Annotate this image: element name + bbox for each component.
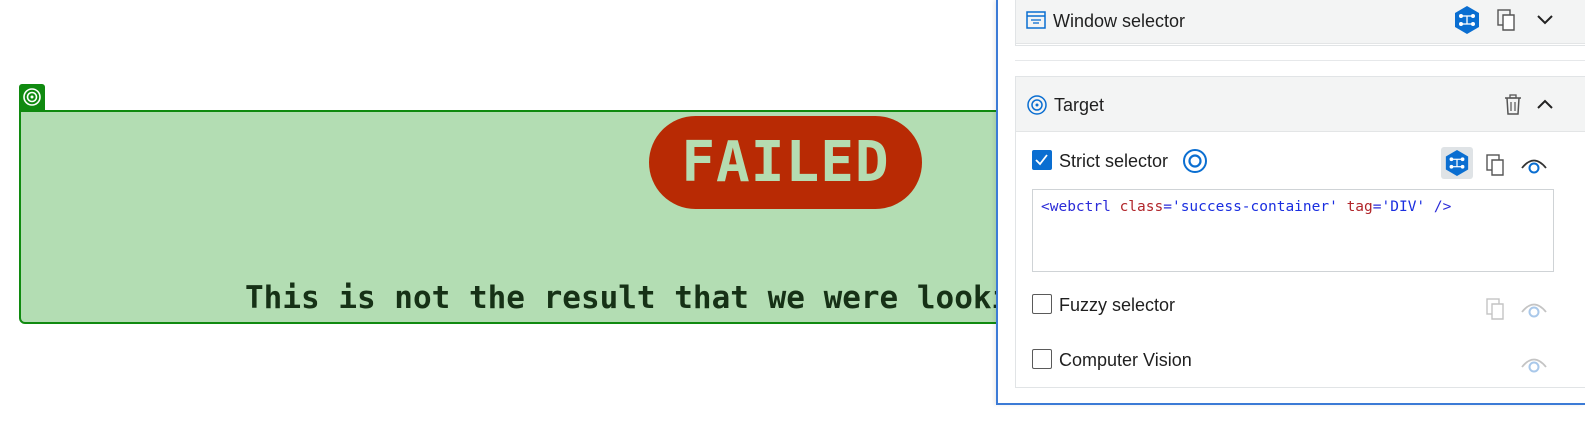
check-icon xyxy=(1035,154,1048,166)
code-open-bracket: < xyxy=(1041,199,1050,215)
window-selector-header[interactable]: Window selector xyxy=(1016,0,1585,44)
eye-icon[interactable] xyxy=(1520,153,1548,175)
selector-builder-button[interactable] xyxy=(1441,147,1473,179)
window-selector-icon xyxy=(1026,11,1046,29)
copy-icon[interactable] xyxy=(1485,153,1507,177)
window-selector-section: Window selector xyxy=(1015,0,1585,46)
selector-panel: Window selector Target Strict selector <… xyxy=(996,0,1585,405)
strict-selector-label: Strict selector xyxy=(1059,151,1169,171)
code-attr2-eq: = xyxy=(1372,199,1382,215)
code-attr1-value: 'success-container' xyxy=(1171,199,1338,215)
chevron-down-icon[interactable] xyxy=(1536,12,1554,26)
target-icon xyxy=(23,88,41,106)
code-attr1-eq: = xyxy=(1163,199,1172,215)
eye-icon xyxy=(1521,303,1547,318)
target-icon xyxy=(1027,95,1047,115)
computer-vision-checkbox[interactable] xyxy=(1032,349,1052,369)
target-section: Target Strict selector <webctrl class='s… xyxy=(1015,76,1585,388)
copy-icon[interactable] xyxy=(1496,8,1518,32)
fuzzy-selector-checkbox[interactable] xyxy=(1032,294,1052,314)
target-header[interactable]: Target xyxy=(1016,77,1585,132)
copy-icon xyxy=(1486,298,1504,320)
eye-icon xyxy=(1521,358,1547,373)
window-selector-title: Window selector xyxy=(1053,11,1186,31)
result-message: This is not the result that we were look… xyxy=(245,280,1011,316)
code-attr2-value: 'DIV' xyxy=(1381,199,1426,215)
strict-selector-checkbox[interactable] xyxy=(1032,150,1052,170)
target-marker-tab xyxy=(19,84,45,110)
code-attr2-name: tag xyxy=(1346,199,1373,215)
failed-badge: FAILED xyxy=(649,116,922,209)
fuzzy-selector-label: Fuzzy selector xyxy=(1059,295,1176,315)
strict-selector-editor[interactable]: <webctrl class='success-container' tag='… xyxy=(1032,189,1554,272)
trash-icon[interactable] xyxy=(1503,94,1523,116)
code-attr1-name: class xyxy=(1119,199,1164,215)
hexagon-network-icon xyxy=(1445,150,1469,176)
code-tag: webctrl xyxy=(1049,199,1111,215)
target-title: Target xyxy=(1054,95,1105,115)
hexagon-network-icon[interactable] xyxy=(1453,5,1481,35)
target-icon[interactable] xyxy=(1182,148,1208,174)
computer-vision-label: Computer Vision xyxy=(1059,350,1192,370)
target-highlight-box[interactable]: FAILED This is not the result that we we… xyxy=(19,110,1019,324)
code-close: /> xyxy=(1433,199,1452,215)
chevron-up-icon[interactable] xyxy=(1536,97,1554,111)
section-divider xyxy=(1015,60,1585,61)
